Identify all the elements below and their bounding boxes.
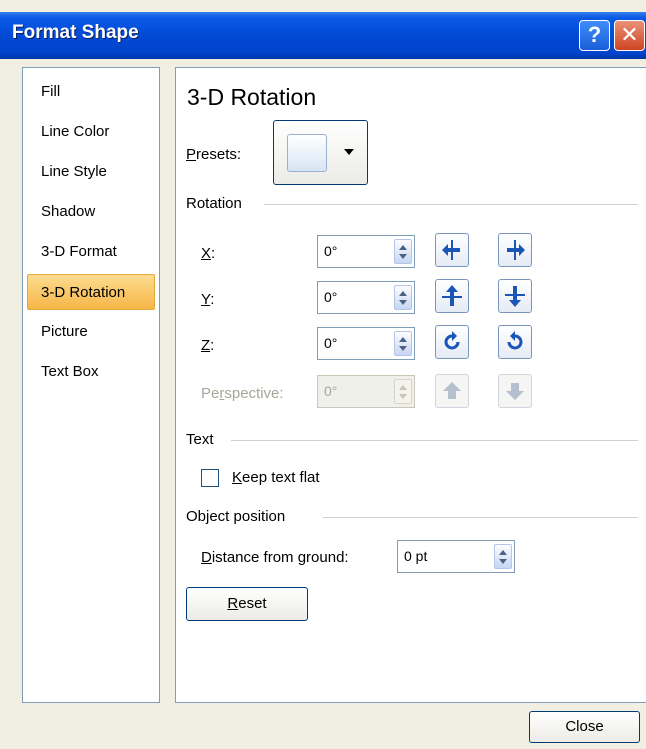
category-3d-format[interactable]: 3-D Format bbox=[27, 234, 155, 270]
category-picture[interactable]: Picture bbox=[27, 314, 155, 350]
decrease-perspective-icon bbox=[506, 383, 524, 400]
z-rotation-spinner[interactable]: 0° bbox=[317, 327, 415, 360]
reset-button[interactable]: Reset bbox=[186, 587, 308, 621]
increase-perspective-button bbox=[435, 374, 469, 408]
rotate-down-icon bbox=[505, 286, 525, 307]
rotation-divider bbox=[264, 204, 638, 205]
x-rotation-spinner[interactable]: 0° bbox=[317, 235, 415, 268]
keep-text-flat-label[interactable]: Keep text flat bbox=[232, 469, 320, 486]
rotate-left-button[interactable] bbox=[435, 233, 469, 267]
help-icon: ? bbox=[587, 22, 602, 47]
window-title: Format Shape bbox=[12, 22, 139, 43]
text-divider bbox=[231, 440, 638, 441]
category-line-color[interactable]: Line Color bbox=[27, 114, 155, 150]
rotate-up-button[interactable] bbox=[435, 279, 469, 313]
spin-arrows-icon[interactable] bbox=[394, 285, 412, 310]
presets-label: Presets: bbox=[186, 146, 242, 163]
rotate-clockwise-button[interactable] bbox=[435, 325, 469, 359]
category-text-box[interactable]: Text Box bbox=[27, 354, 155, 390]
y-rotation-value: 0° bbox=[324, 289, 338, 305]
z-rotation-value: 0° bbox=[324, 335, 338, 351]
rotation-section-label: Rotation bbox=[186, 195, 242, 212]
spin-arrows-icon[interactable] bbox=[394, 331, 412, 356]
close-icon: ✕ bbox=[620, 22, 639, 47]
close-button[interactable]: Close bbox=[529, 711, 640, 743]
distance-from-ground-value: 0 pt bbox=[404, 548, 428, 564]
category-line-style[interactable]: Line Style bbox=[27, 154, 155, 190]
object-position-section-label: Object position bbox=[186, 508, 286, 525]
panel-heading: 3-D Rotation bbox=[187, 84, 317, 110]
category-shadow[interactable]: Shadow bbox=[27, 194, 155, 230]
category-3d-rotation[interactable]: 3-D Rotation bbox=[27, 274, 155, 310]
spin-arrows-icon bbox=[394, 379, 412, 404]
distance-from-ground-spinner[interactable]: 0 pt bbox=[397, 540, 515, 573]
x-rotation-value: 0° bbox=[324, 243, 338, 259]
increase-perspective-icon bbox=[443, 382, 461, 399]
window-close-button[interactable]: ✕ bbox=[614, 20, 645, 51]
text-section-label: Text bbox=[186, 431, 214, 448]
rotate-right-icon bbox=[507, 240, 525, 260]
rotate-up-icon bbox=[442, 285, 462, 306]
presets-dropdown[interactable] bbox=[273, 120, 368, 185]
z-label: Z: bbox=[201, 337, 215, 354]
category-list: Fill Line Color Line Style Shadow 3-D Fo… bbox=[22, 67, 160, 703]
chevron-down-icon bbox=[344, 149, 354, 155]
title-bar: Format Shape ? ✕ bbox=[0, 12, 646, 59]
rotate-left-icon bbox=[442, 240, 460, 260]
perspective-label: Perspective: bbox=[201, 385, 284, 402]
category-fill[interactable]: Fill bbox=[27, 74, 155, 110]
perspective-value: 0° bbox=[324, 383, 338, 399]
x-label: X: bbox=[201, 245, 216, 262]
spin-arrows-icon[interactable] bbox=[494, 544, 512, 569]
preset-swatch bbox=[287, 134, 327, 172]
y-label: Y: bbox=[201, 291, 215, 308]
rotate-right-button[interactable] bbox=[498, 233, 532, 267]
object-position-divider bbox=[323, 517, 638, 518]
spin-arrows-icon[interactable] bbox=[394, 239, 412, 264]
rotate-counterclockwise-button[interactable] bbox=[498, 325, 532, 359]
y-rotation-spinner[interactable]: 0° bbox=[317, 281, 415, 314]
rotate-counterclockwise-icon bbox=[507, 331, 523, 350]
rotate-clockwise-icon bbox=[444, 331, 460, 350]
distance-from-ground-label: Distance from ground: bbox=[201, 549, 349, 566]
keep-text-flat-checkbox[interactable] bbox=[201, 469, 219, 487]
rotate-down-button[interactable] bbox=[498, 279, 532, 313]
help-button[interactable]: ? bbox=[579, 20, 610, 51]
perspective-spinner: 0° bbox=[317, 375, 415, 408]
decrease-perspective-button bbox=[498, 374, 532, 408]
